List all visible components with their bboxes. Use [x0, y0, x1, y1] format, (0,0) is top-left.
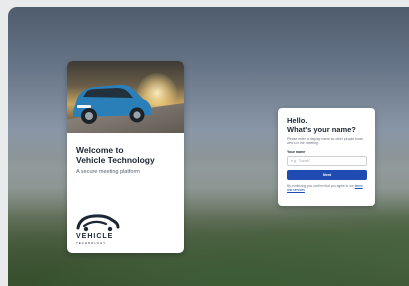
name-description: Please enter a display name so other peo…: [287, 137, 363, 146]
welcome-title-line1: Welcome to: [76, 145, 124, 155]
vehicle-logo: VEHICLE TECHNOLOGY: [76, 212, 136, 245]
vehicle-logo-icon: [76, 214, 120, 232]
hero-image: [67, 61, 184, 133]
name-heading-line2: What's your name?: [287, 124, 356, 134]
logo-subtext: TECHNOLOGY: [76, 241, 107, 245]
welcome-subtitle: A secure meeting platform: [76, 169, 140, 175]
background-landscape: Welcome to Vehicle Technology A secure m…: [8, 7, 409, 286]
name-heading: Hello. What's your name?: [287, 116, 367, 134]
name-field-label: Your name: [287, 149, 306, 154]
logo-wordmark: VEHICLE: [76, 233, 114, 240]
welcome-title: Welcome to Vehicle Technology: [76, 145, 175, 165]
next-button[interactable]: Next: [287, 169, 367, 180]
name-input[interactable]: [287, 155, 367, 166]
welcome-title-line2: Vehicle Technology: [76, 155, 155, 165]
terms-notice: By continuing you confirm that you agree…: [287, 184, 367, 192]
name-entry-card: Hello. What's your name? Please enter a …: [278, 108, 375, 206]
car-illustration: [73, 84, 151, 124]
welcome-card: Welcome to Vehicle Technology A secure m…: [67, 61, 184, 253]
